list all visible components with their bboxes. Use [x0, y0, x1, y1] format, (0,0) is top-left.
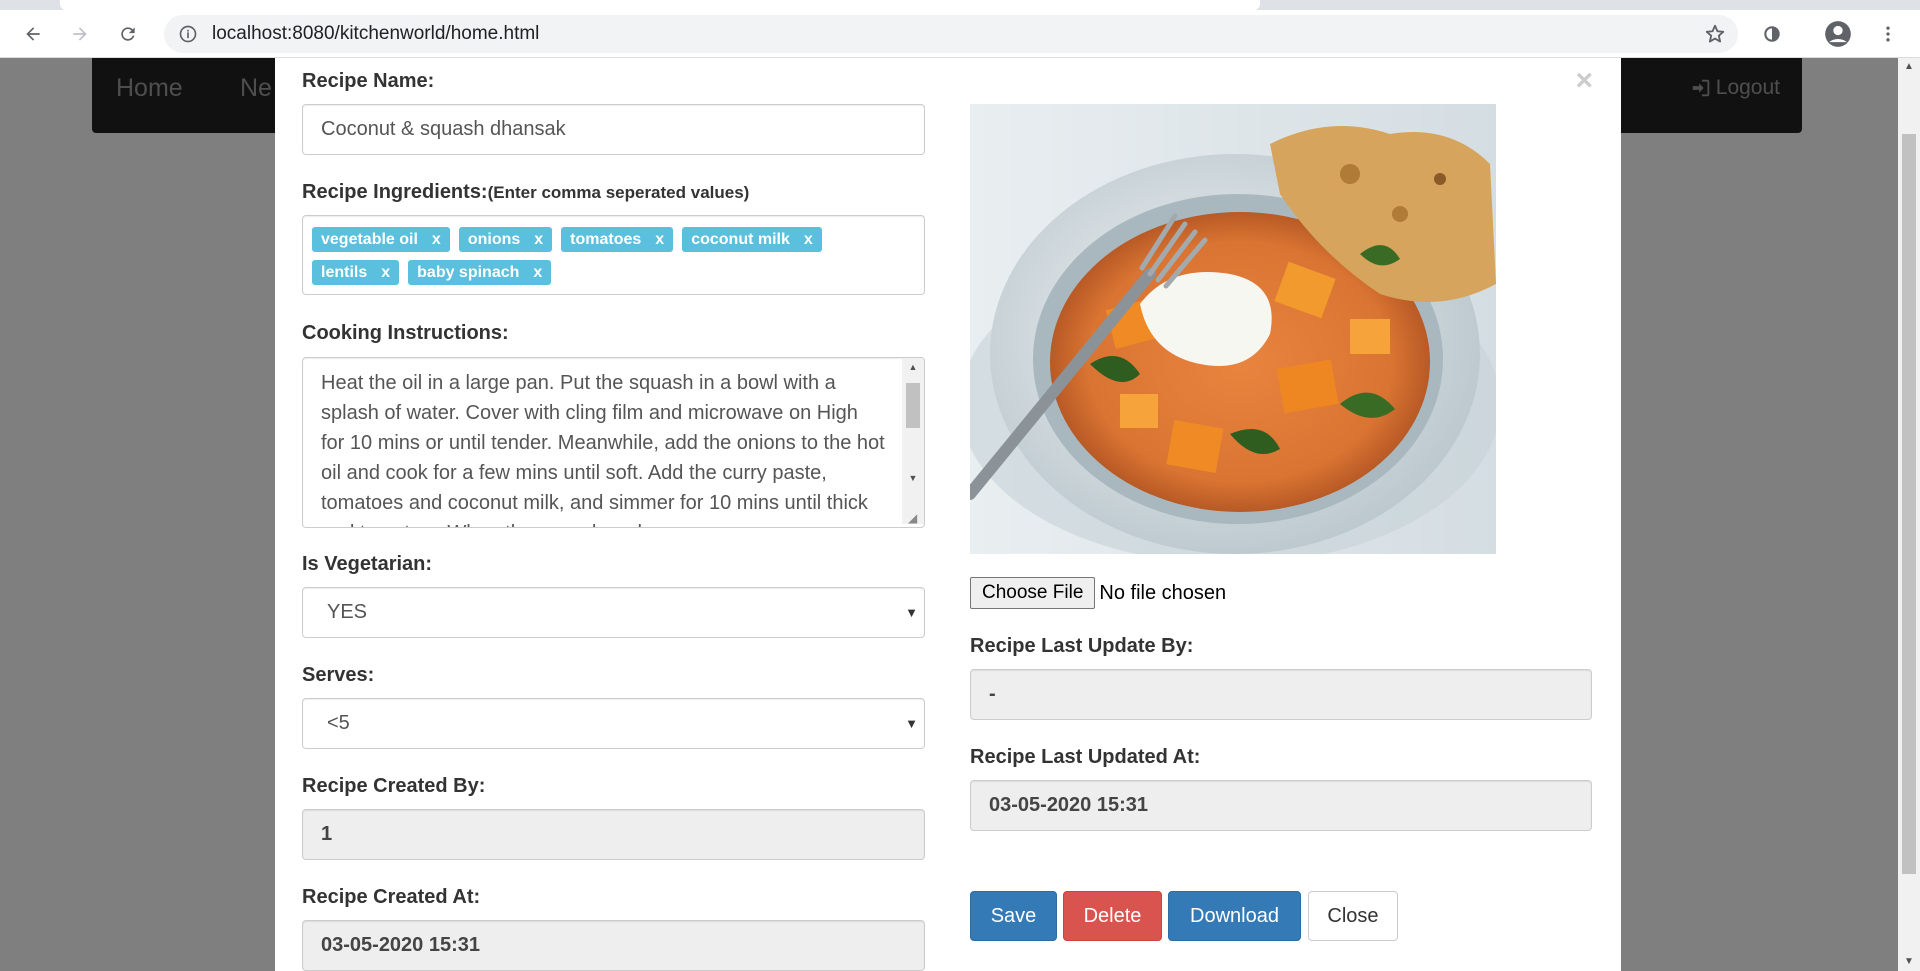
delete-button[interactable]: Delete — [1063, 891, 1162, 941]
save-button[interactable]: Save — [970, 891, 1057, 941]
tab-strip — [0, 0, 1920, 10]
last-update-by-field — [970, 669, 1592, 720]
tag-remove-icon[interactable]: x — [534, 231, 543, 248]
vegetarian-value: YES — [327, 601, 368, 623]
textarea-scroll-thumb[interactable] — [906, 383, 920, 428]
instructions-text[interactable]: Heat the oil in a large pan. Put the squ… — [321, 368, 886, 527]
created-at-label: Recipe Created At: — [302, 886, 481, 908]
tag-remove-icon[interactable]: x — [533, 264, 542, 281]
created-by-field — [302, 809, 925, 860]
scrollbar-thumb[interactable] — [1902, 134, 1916, 874]
vegetarian-select[interactable]: YES ▼ — [302, 587, 925, 638]
created-at-field — [302, 920, 925, 971]
active-tab[interactable] — [60, 0, 1260, 10]
tag-label: onions — [467, 231, 521, 248]
profile-avatar-icon[interactable] — [1824, 20, 1852, 48]
tag-label: lentils — [321, 264, 368, 281]
info-icon[interactable] — [178, 24, 198, 44]
close-button[interactable]: Close — [1308, 891, 1398, 941]
address-bar[interactable]: localhost:8080/kitchenworld/home.html — [164, 15, 1738, 53]
tag-remove-icon[interactable]: x — [655, 231, 664, 248]
resize-grip-icon[interactable]: ◢ — [908, 511, 922, 525]
recipe-name-label: Recipe Name: — [302, 70, 435, 92]
ingredient-tag: lentils x — [312, 260, 400, 285]
tag-label: coconut milk — [691, 231, 790, 248]
recipe-name-input[interactable] — [302, 104, 925, 155]
modal-close-icon[interactable]: × — [1575, 66, 1593, 96]
extension-icon[interactable] — [1758, 20, 1786, 48]
last-updated-at-field — [970, 780, 1592, 831]
chevron-down-icon: ▼ — [905, 605, 918, 620]
ingredients-label-text: Recipe Ingredients: — [302, 181, 488, 203]
vegetarian-label: Is Vegetarian: — [302, 553, 433, 575]
tag-label: tomatoes — [570, 231, 642, 248]
tag-remove-icon[interactable]: x — [381, 264, 390, 281]
scroll-down-arrow[interactable]: ▼ — [1898, 953, 1920, 971]
file-upload: Choose File No file chosen — [970, 577, 1226, 609]
textarea-scroll-down[interactable]: ▼ — [902, 469, 924, 487]
instructions-textarea[interactable]: Heat the oil in a large pan. Put the squ… — [302, 357, 925, 528]
ingredients-hint: (Enter comma seperated values) — [487, 183, 750, 202]
ingredients-label: Recipe Ingredients:(Enter comma seperate… — [302, 181, 749, 204]
created-by-label: Recipe Created By: — [302, 775, 486, 797]
ingredient-tag: vegetable oil x — [312, 227, 450, 252]
serves-value: <5 — [327, 712, 350, 734]
back-icon[interactable] — [19, 20, 47, 48]
tag-remove-icon[interactable]: x — [432, 231, 441, 248]
download-button[interactable]: Download — [1168, 891, 1301, 941]
ingredient-tag: baby spinach x — [408, 260, 552, 285]
textarea-scroll-up[interactable]: ▲ — [902, 358, 924, 376]
ingredient-tag: coconut milk x — [682, 227, 822, 252]
forward-icon[interactable] — [66, 20, 94, 48]
choose-file-button[interactable]: Choose File — [970, 577, 1096, 609]
reload-icon[interactable] — [114, 20, 142, 48]
instructions-label: Cooking Instructions: — [302, 322, 509, 344]
menu-kebab-icon[interactable] — [1874, 20, 1902, 48]
page-scrollbar[interactable]: ▲ ▼ — [1898, 58, 1920, 971]
textarea-scrollbar[interactable]: ▲ ▼ — [902, 358, 924, 524]
chevron-down-icon: ▼ — [905, 716, 918, 731]
serves-label: Serves: — [302, 664, 375, 686]
recipe-image — [970, 104, 1496, 554]
last-update-by-label: Recipe Last Update By: — [970, 635, 1194, 657]
tag-label: baby spinach — [417, 264, 520, 281]
ingredients-tag-input[interactable]: vegetable oil x onions x tomatoes x coconut mi… — [302, 215, 925, 295]
bookmark-star-icon[interactable] — [1704, 23, 1726, 45]
browser-toolbar: localhost:8080/kitchenworld/home.html — [0, 10, 1920, 58]
last-updated-at-label: Recipe Last Updated At: — [970, 746, 1201, 768]
ingredient-tag: tomatoes x — [561, 227, 674, 252]
url-text[interactable]: localhost:8080/kitchenworld/home.html — [212, 15, 539, 53]
file-status-text: No file chosen — [1099, 581, 1227, 604]
ingredient-tag: onions x — [458, 227, 553, 252]
scroll-up-arrow[interactable]: ▲ — [1898, 58, 1920, 76]
tag-remove-icon[interactable]: x — [804, 231, 813, 248]
serves-select[interactable]: <5 ▼ — [302, 698, 925, 749]
recipe-modal: × Recipe Name: Recipe Ingredients:(Enter… — [275, 58, 1621, 971]
tag-label: vegetable oil — [321, 231, 418, 248]
